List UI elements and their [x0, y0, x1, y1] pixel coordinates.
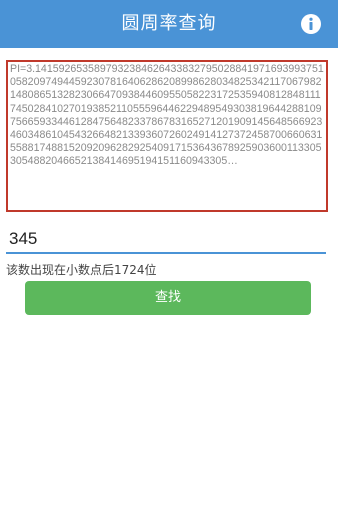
search-input-wrapper — [6, 226, 326, 254]
page-title: 圆周率查询 — [121, 13, 217, 34]
pi-digits-box: PI=3.14159265358979323846264338327950288… — [6, 60, 328, 212]
pi-digits-text: PI=3.14159265358979323846264338327950288… — [10, 63, 324, 168]
title-bar: 圆周率查询 — [0, 0, 338, 48]
app-root: 圆周率查询 PI=3.14159265358979323846264338327… — [0, 0, 338, 506]
result-text: 该数出现在小数点后1724位 — [6, 263, 157, 277]
search-input[interactable] — [6, 226, 326, 252]
search-button[interactable]: 查找 — [25, 281, 311, 315]
info-icon[interactable] — [301, 14, 321, 34]
